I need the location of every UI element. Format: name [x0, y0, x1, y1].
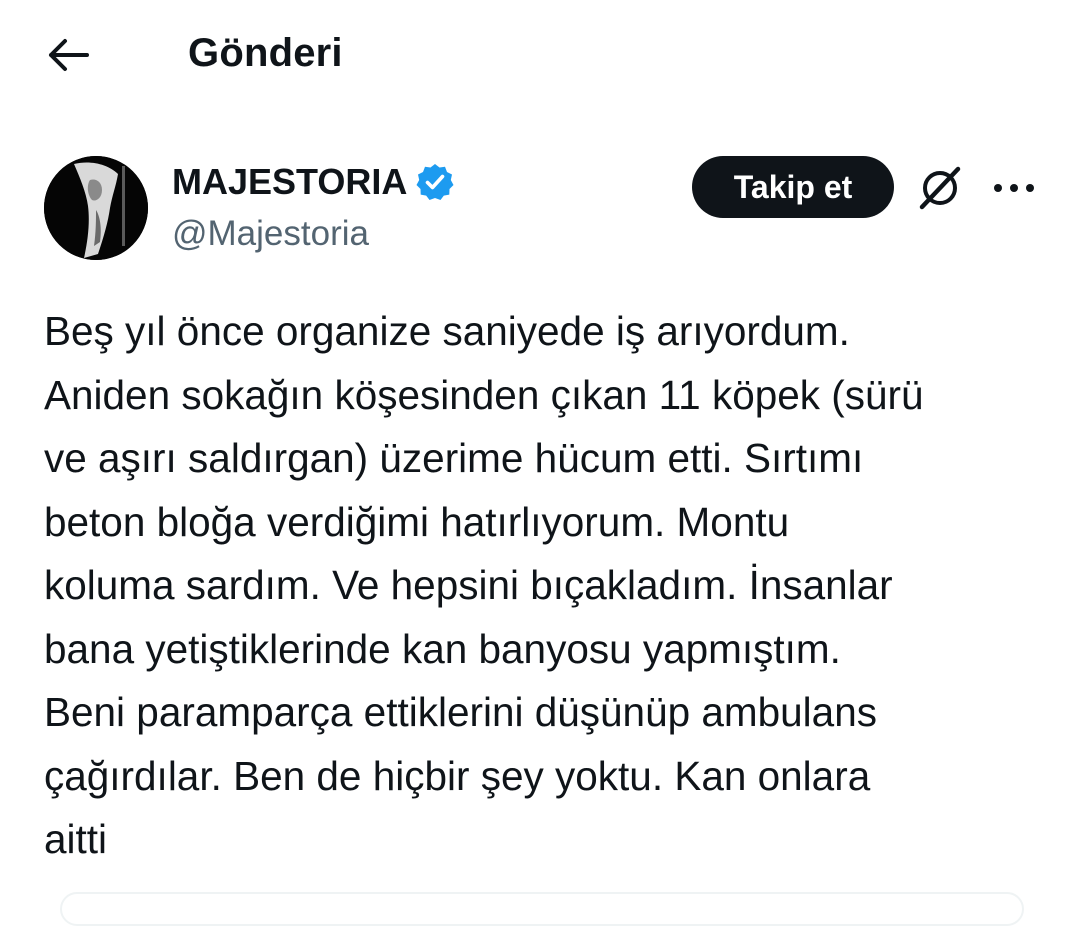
author-name-row[interactable]: MAJESTORIA [172, 160, 455, 204]
author-display-name[interactable]: MAJESTORIA [172, 160, 407, 204]
verified-badge-icon[interactable] [415, 162, 455, 202]
grok-button[interactable] [910, 160, 970, 216]
post-text: Beş yıl önce organize saniyede iş arıyor… [44, 308, 924, 862]
follow-button[interactable]: Takip et [692, 156, 894, 218]
back-button[interactable] [40, 30, 96, 80]
author-handle[interactable]: @Majestoria [172, 212, 369, 256]
top-bar: Gönderi [0, 0, 1080, 110]
quoted-card-edge [60, 892, 1024, 926]
grok-icon [919, 166, 961, 210]
avatar-image [44, 156, 148, 260]
more-options-button[interactable] [986, 162, 1042, 214]
avatar[interactable] [44, 156, 148, 260]
page-title: Gönderi [188, 31, 343, 75]
more-horizontal-icon [994, 184, 1034, 192]
arrow-left-icon [49, 39, 89, 71]
